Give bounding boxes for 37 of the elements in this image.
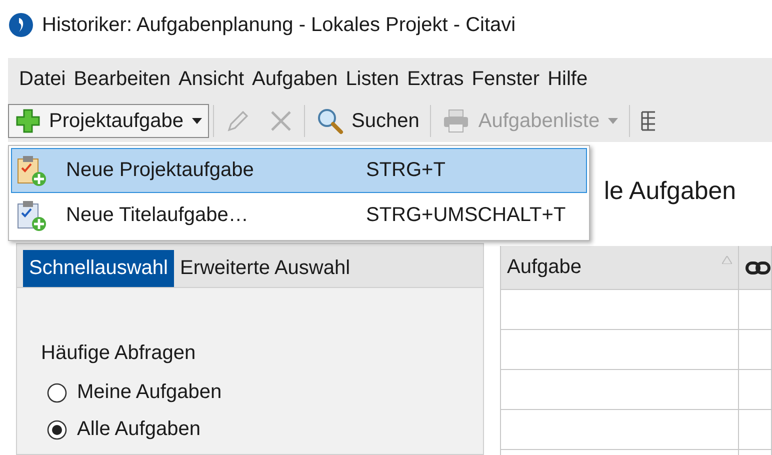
panel-tab[interactable]: Erweiterte Auswahl (174, 250, 356, 287)
sort-icon (722, 256, 732, 264)
page-heading: le Aufgaben (604, 177, 736, 205)
radio-label[interactable]: Alle Aufgaben (77, 418, 200, 441)
link-column-header[interactable] (739, 246, 772, 290)
menu-item[interactable]: Bearbeiten (70, 68, 176, 90)
app-logo-icon (8, 12, 34, 38)
pencil-icon (224, 108, 251, 134)
delete-icon (268, 109, 293, 133)
table-cell (739, 290, 772, 330)
menu-option[interactable]: Neue Projektaufgabe STRG+T (11, 148, 587, 193)
column-header[interactable]: Aufgabe (501, 246, 739, 290)
panel-tab[interactable]: Schnellauswahl (23, 250, 174, 287)
menu-item[interactable]: Datei (16, 68, 71, 90)
group-label: Häufige Abfragen (41, 342, 197, 365)
radio-label[interactable]: Meine Aufgaben (77, 381, 222, 404)
menu-option[interactable]: Neue Titelaufgabe… STRG+UMSCHALT+T (11, 193, 587, 238)
search-button[interactable]: Suchen (308, 104, 426, 138)
link-icon (745, 260, 771, 274)
grid-icon (640, 109, 655, 133)
printer-icon (442, 108, 470, 134)
window-title: Historiker: Aufgabenplanung - Lokales Projekt - Citavi (42, 14, 516, 36)
menu-item[interactable]: Ansicht (175, 68, 250, 90)
table-cell (739, 330, 772, 370)
menu-item[interactable]: Hilfe (544, 68, 593, 90)
menu-item[interactable]: Extras (404, 68, 469, 90)
search-icon (316, 107, 344, 135)
radio-button[interactable] (47, 420, 67, 440)
caret-icon (608, 118, 618, 124)
radio-button[interactable] (47, 382, 67, 402)
menu-item[interactable]: Listen (342, 68, 404, 90)
menu-item[interactable]: Aufgaben (249, 68, 343, 90)
menu-item[interactable]: Fenster (468, 68, 545, 90)
plus-icon (15, 108, 41, 134)
caret-icon (192, 118, 202, 124)
table-cell (739, 370, 772, 410)
new-task-button[interactable]: Projektaufgabe (8, 104, 209, 138)
